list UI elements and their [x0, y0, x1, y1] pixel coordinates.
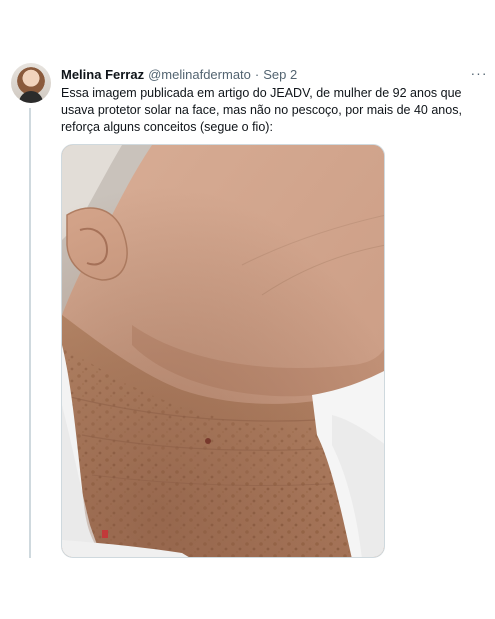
author-name[interactable]: Melina Ferraz	[61, 67, 144, 83]
tweet-text: Essa imagem publicada em artigo do JEADV…	[61, 85, 483, 136]
more-options-icon[interactable]: ···	[468, 64, 490, 82]
avatar-shirt	[19, 91, 43, 103]
tweet-text-line: reforça alguns conceitos (segue o fio):	[61, 120, 273, 134]
tweet-header: Melina Ferraz @melinafdermato · Sep 2	[61, 66, 461, 84]
separator-dot: ·	[254, 67, 260, 82]
user-avatar[interactable]	[11, 63, 51, 103]
tweet-text-line: usava protetor solar na face, mas não no…	[61, 103, 462, 117]
tweet-page: Melina Ferraz @melinafdermato · Sep 2 ··…	[0, 0, 495, 619]
thread-line	[29, 108, 31, 558]
tweet-date[interactable]: Sep 2	[263, 67, 297, 83]
author-handle[interactable]: @melinafdermato	[148, 67, 251, 83]
neck-photo-illustration	[62, 145, 384, 557]
tweet-text-line: Essa imagem publicada em artigo do JEADV…	[61, 86, 462, 100]
tweet-photo[interactable]	[61, 144, 385, 558]
